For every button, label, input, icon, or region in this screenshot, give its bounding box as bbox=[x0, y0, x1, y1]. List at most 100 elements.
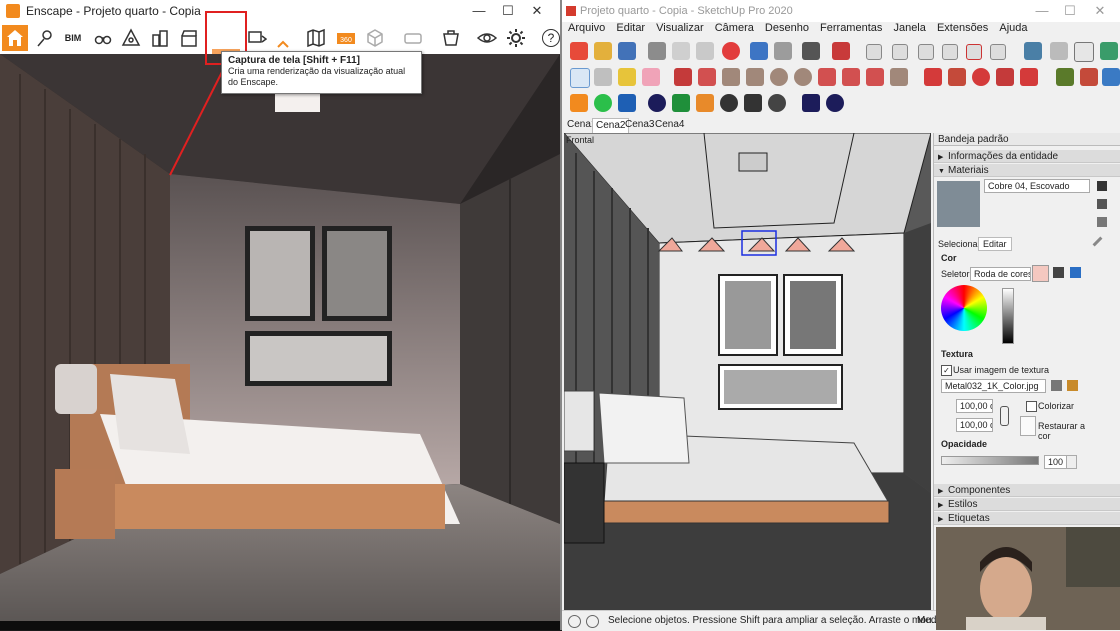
opacity-spinner[interactable] bbox=[1066, 455, 1077, 469]
menu-ferramentas[interactable]: Ferramentas bbox=[820, 22, 882, 34]
three-point-arc-icon[interactable] bbox=[866, 68, 884, 86]
vr-button[interactable] bbox=[400, 25, 426, 51]
brightness-slider[interactable] bbox=[1002, 288, 1014, 344]
info-icon[interactable] bbox=[826, 94, 844, 112]
checker-icon[interactable] bbox=[720, 94, 738, 112]
material-editor-icon[interactable] bbox=[696, 94, 714, 112]
print-icon[interactable] bbox=[802, 42, 820, 60]
sketchup-minimize-button[interactable]: — bbox=[1028, 2, 1056, 20]
view-top-icon[interactable] bbox=[892, 44, 908, 60]
polygon-icon[interactable] bbox=[794, 68, 812, 86]
menu-visualizar[interactable]: Visualizar bbox=[656, 22, 704, 34]
arc-icon[interactable] bbox=[818, 68, 836, 86]
entity-info-panel-header[interactable]: ▶ Informações da entidade bbox=[934, 150, 1120, 163]
rotate-icon[interactable] bbox=[972, 68, 990, 86]
menu-janela[interactable]: Janela bbox=[893, 22, 925, 34]
reset-color-label[interactable]: Restaurar a cor bbox=[1038, 421, 1086, 441]
pie-icon[interactable] bbox=[890, 68, 908, 86]
texture-height-input[interactable]: 100,00 cm bbox=[956, 418, 993, 432]
bim-button[interactable]: BIM bbox=[60, 25, 86, 51]
live-updates-icon[interactable] bbox=[594, 94, 612, 112]
circle-icon[interactable] bbox=[770, 68, 788, 86]
map-button[interactable] bbox=[303, 25, 329, 51]
opacity-input[interactable]: 100 bbox=[1044, 455, 1067, 469]
view-settings-button[interactable] bbox=[474, 25, 500, 51]
open-file-icon[interactable] bbox=[594, 42, 612, 60]
tags-panel-header[interactable]: ▶ Etiquetas bbox=[934, 512, 1120, 525]
enscape-render-view[interactable] bbox=[0, 54, 560, 621]
tab-editar[interactable]: Editar bbox=[978, 237, 1012, 251]
video-editor-button[interactable] bbox=[176, 25, 202, 51]
enscape-settings-icon[interactable] bbox=[768, 94, 786, 112]
menu-ajuda[interactable]: Ajuda bbox=[999, 22, 1027, 34]
menu-desenho[interactable]: Desenho bbox=[765, 22, 809, 34]
edit-texture-icon[interactable] bbox=[1067, 380, 1078, 391]
view-back-icon[interactable] bbox=[966, 44, 982, 60]
texture-file-input[interactable]: Metal032_1K_Color.jpg bbox=[941, 379, 1046, 393]
asset-library-button[interactable] bbox=[438, 25, 464, 51]
menu-extensoes[interactable]: Extensões bbox=[937, 22, 988, 34]
hidden-line-icon[interactable] bbox=[1074, 42, 1094, 62]
match-color-model-icon[interactable] bbox=[1053, 267, 1064, 278]
match-color-screen-icon[interactable] bbox=[1070, 267, 1081, 278]
color-swatch[interactable] bbox=[1032, 265, 1049, 282]
reset-color-swatch[interactable] bbox=[1020, 416, 1036, 436]
colorize-checkbox[interactable] bbox=[1026, 401, 1037, 412]
follow-me-icon[interactable] bbox=[996, 68, 1014, 86]
move-icon[interactable] bbox=[924, 68, 942, 86]
sketchup-close-button[interactable]: ✕ bbox=[1086, 2, 1114, 20]
push-pull-icon[interactable] bbox=[948, 68, 966, 86]
location-button[interactable] bbox=[32, 25, 58, 51]
components-panel-header[interactable]: ▶ Componentes bbox=[934, 484, 1120, 497]
materials-panel-header[interactable]: ▼ Materiais bbox=[934, 164, 1120, 177]
view-right-icon[interactable] bbox=[942, 44, 958, 60]
reticle-button[interactable] bbox=[118, 25, 144, 51]
view-left-icon[interactable] bbox=[990, 44, 1006, 60]
paste-icon[interactable] bbox=[696, 42, 714, 60]
use-texture-checkbox[interactable]: ✓ bbox=[941, 365, 952, 376]
buildings-button[interactable] bbox=[147, 25, 173, 51]
settings-button[interactable] bbox=[503, 25, 529, 51]
orbit-icon[interactable] bbox=[1080, 68, 1098, 86]
maximize-button[interactable]: ☐ bbox=[494, 2, 522, 20]
rectangle-icon[interactable] bbox=[722, 68, 740, 86]
default-material-icon[interactable] bbox=[1097, 181, 1107, 191]
tab-cena4[interactable]: Cena4 bbox=[652, 118, 687, 132]
create-material-icon[interactable] bbox=[1097, 199, 1107, 209]
paint-bucket-icon[interactable] bbox=[618, 68, 636, 86]
chain-link-icon[interactable] bbox=[1000, 406, 1009, 426]
save-icon[interactable] bbox=[618, 42, 636, 60]
redo-icon[interactable] bbox=[774, 42, 792, 60]
color-wheel[interactable] bbox=[941, 285, 987, 331]
view-front-icon[interactable] bbox=[918, 44, 934, 60]
sketchup-maximize-button[interactable]: ☐ bbox=[1056, 2, 1084, 20]
browse-folder-icon[interactable] bbox=[1051, 380, 1062, 391]
erase-icon[interactable] bbox=[722, 42, 740, 60]
scale-icon[interactable] bbox=[1020, 68, 1038, 86]
close-button[interactable]: ✕ bbox=[523, 2, 551, 20]
xray-icon[interactable] bbox=[1024, 42, 1042, 60]
wireframe-icon[interactable] bbox=[1050, 42, 1068, 60]
model-info-icon[interactable] bbox=[832, 42, 850, 60]
eyedropper-icon[interactable] bbox=[1092, 236, 1103, 247]
feedback-icon[interactable] bbox=[802, 94, 820, 112]
tree-icon[interactable] bbox=[672, 94, 690, 112]
component-icon[interactable] bbox=[594, 68, 612, 86]
credits-icon[interactable] bbox=[586, 615, 599, 628]
menu-arquivo[interactable]: Arquivo bbox=[568, 22, 605, 34]
sketchup-viewport[interactable] bbox=[564, 133, 931, 610]
panorama-button[interactable]: 360 bbox=[333, 25, 359, 51]
new-file-icon[interactable] bbox=[570, 42, 588, 60]
geo-location-icon[interactable] bbox=[568, 615, 581, 628]
rotated-rectangle-icon[interactable] bbox=[746, 68, 764, 86]
selector-dropdown[interactable]: Roda de cores bbox=[970, 267, 1031, 281]
line-icon[interactable] bbox=[674, 68, 692, 86]
copy-icon[interactable] bbox=[672, 42, 690, 60]
opacity-slider[interactable] bbox=[941, 456, 1039, 465]
undo-icon[interactable] bbox=[750, 42, 768, 60]
menu-camera[interactable]: Câmera bbox=[715, 22, 754, 34]
material-browser-icon[interactable] bbox=[1097, 217, 1107, 227]
styles-panel-header[interactable]: ▶ Estilos bbox=[934, 498, 1120, 511]
sync-views-icon[interactable] bbox=[618, 94, 636, 112]
binoculars-button[interactable] bbox=[90, 25, 116, 51]
